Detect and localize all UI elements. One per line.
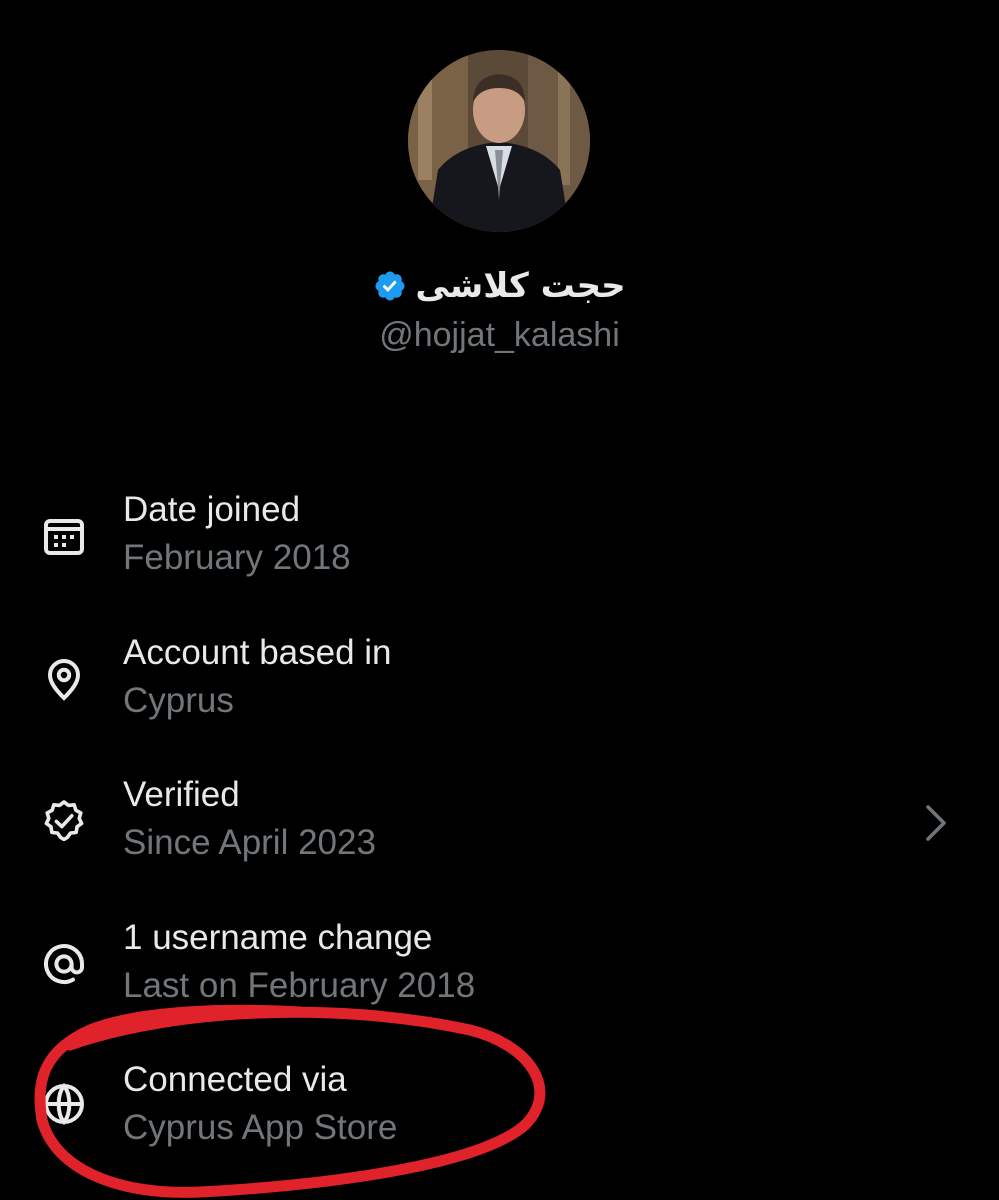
row-title: Verified <box>123 775 240 814</box>
verified-badge-icon[interactable] <box>373 269 407 303</box>
profile-name-row: حجت کلاشی <box>0 262 999 310</box>
calendar-icon <box>40 512 88 560</box>
profile-handle: @hojjat_kalashi <box>379 316 620 354</box>
row-subtitle: Since April 2023 <box>123 823 376 862</box>
info-row-verified[interactable]: Verified Since April 2023 <box>0 775 999 895</box>
row-subtitle: Cyprus App Store <box>123 1108 398 1147</box>
profile-avatar[interactable] <box>408 50 590 232</box>
info-row-account-based-in: Account based in Cyprus <box>0 633 999 753</box>
row-title: Date joined <box>123 490 301 529</box>
display-name: حجت کلاشی <box>415 266 626 306</box>
chevron-right-icon[interactable] <box>918 801 954 845</box>
info-row-date-joined: Date joined February 2018 <box>0 490 999 610</box>
at-sign-icon <box>40 940 88 988</box>
row-title: 1 username change <box>123 918 433 957</box>
info-row-username-change: 1 username change Last on February 2018 <box>0 918 999 1038</box>
row-subtitle: Last on February 2018 <box>123 966 476 1005</box>
info-row-connected-via: Connected via Cyprus App Store <box>0 1060 999 1180</box>
row-title: Connected via <box>123 1060 347 1099</box>
row-subtitle: Cyprus <box>123 681 234 720</box>
row-title: Account based in <box>123 633 392 672</box>
globe-icon <box>40 1080 88 1128</box>
verified-badge-icon <box>40 797 88 845</box>
row-subtitle: February 2018 <box>123 538 351 577</box>
location-pin-icon <box>40 655 88 703</box>
